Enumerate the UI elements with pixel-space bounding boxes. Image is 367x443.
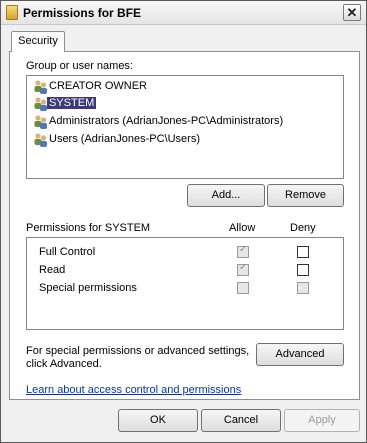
ok-button[interactable]: OK (118, 409, 198, 432)
help-link[interactable]: Learn about access control and permissio… (26, 384, 241, 396)
list-item[interactable]: CREATOR OWNER (31, 78, 343, 95)
apply-button: Apply (284, 409, 360, 432)
permission-label: Special permissions (39, 282, 137, 294)
advanced-button[interactable]: Advanced (256, 343, 344, 366)
users-group-icon (34, 97, 47, 111)
folder-icon (6, 5, 18, 20)
security-panel: Group or user names: CREATOR OWNER SYSTE… (9, 51, 360, 400)
permissions-dialog: Permissions for BFE ✕ Security Group or … (0, 0, 367, 443)
permissions-heading: Permissions for SYSTEM (26, 222, 151, 234)
allow-header: Allow (229, 222, 256, 234)
list-item[interactable]: Administrators (AdrianJones-PC\Administr… (31, 113, 343, 130)
deny-header: Deny (290, 222, 316, 234)
cancel-button[interactable]: Cancel (201, 409, 281, 432)
permission-label: Read (39, 264, 66, 276)
deny-checkbox[interactable] (297, 264, 309, 276)
remove-button[interactable]: Remove (267, 184, 344, 207)
permissions-list: Full Control Read Special permissions (26, 237, 344, 330)
list-item[interactable]: SYSTEM (31, 95, 343, 112)
allow-checkbox[interactable] (237, 262, 249, 276)
users-group-icon (34, 115, 47, 129)
permission-label: Full Control (39, 246, 96, 258)
advanced-text-line1: For special permissions or advanced sett… (26, 345, 250, 357)
group-heading: Group or user names: (26, 60, 133, 72)
allow-checkbox[interactable] (237, 244, 249, 258)
allow-checkbox (237, 282, 249, 294)
deny-checkbox[interactable] (297, 246, 309, 258)
deny-checkbox (297, 282, 309, 294)
users-group-icon (34, 80, 47, 94)
users-group-icon (34, 133, 47, 147)
tab-security[interactable]: Security (11, 31, 65, 52)
list-item[interactable]: Users (AdrianJones-PC\Users) (31, 131, 343, 148)
group-user-list[interactable]: CREATOR OWNER SYSTEM Administrators (Adr… (26, 75, 344, 179)
add-button[interactable]: Add... (187, 184, 265, 207)
advanced-text-line2: click Advanced. (26, 358, 102, 370)
window-title: Permissions for BFE (23, 6, 142, 20)
title-bar[interactable]: Permissions for BFE ✕ (1, 1, 366, 25)
close-button[interactable]: ✕ (343, 4, 361, 21)
